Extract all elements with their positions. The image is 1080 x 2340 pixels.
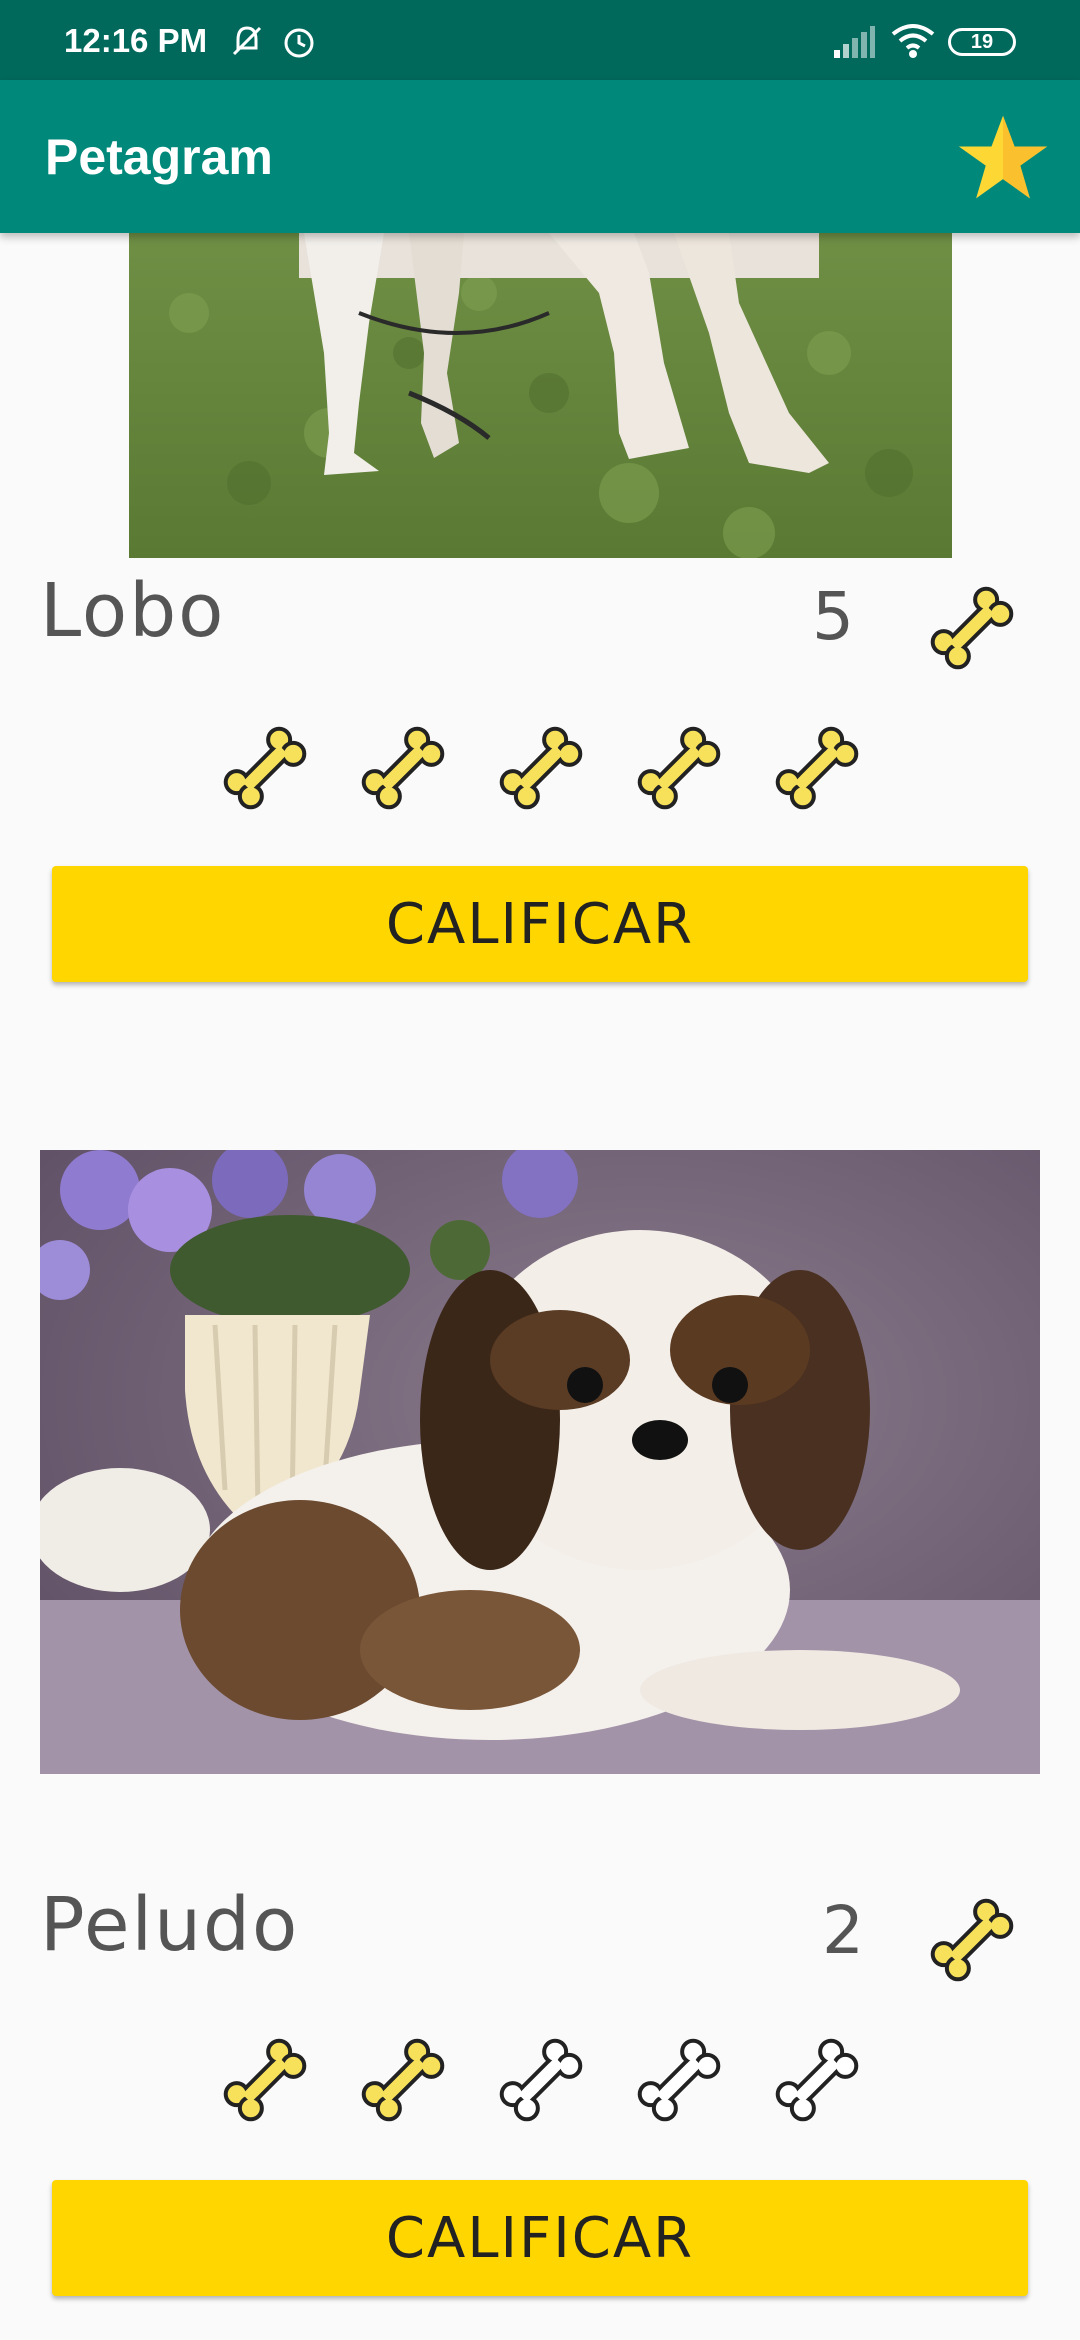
rating-count: 2 <box>822 1892 864 1969</box>
pet-name-label: Peludo <box>40 1882 300 1968</box>
battery-icon: 19 <box>948 28 1016 56</box>
app-title: Petagram <box>45 129 273 185</box>
alarm-icon <box>280 22 318 60</box>
pet-name-label: Lobo <box>40 568 226 654</box>
signal-icon <box>832 22 876 60</box>
bone-icon <box>922 1890 1022 1990</box>
bone-empty-icon[interactable] <box>629 2030 729 2130</box>
calificar-button[interactable]: CALIFICAR <box>52 2180 1028 2296</box>
notifications-off-icon <box>228 22 266 60</box>
bone-filled-icon[interactable] <box>491 718 591 818</box>
bone-empty-icon[interactable] <box>767 2030 867 2130</box>
bone-filled-icon[interactable] <box>215 718 315 818</box>
bone-icon <box>922 578 1022 678</box>
bone-filled-icon[interactable] <box>629 718 729 818</box>
pet-photo-lobo <box>129 233 952 558</box>
pet-list[interactable]: Lobo 5 CALIFICAR Peludo 2 CALIFICAR <box>0 0 1080 2340</box>
calificar-button[interactable]: CALIFICAR <box>52 866 1028 982</box>
pet-photo-peludo <box>40 1150 1040 1774</box>
bone-filled-icon[interactable] <box>353 718 453 818</box>
star-icon[interactable] <box>955 110 1051 206</box>
bone-filled-icon[interactable] <box>767 718 867 818</box>
bone-filled-icon[interactable] <box>353 2030 453 2130</box>
bone-empty-icon[interactable] <box>491 2030 591 2130</box>
battery-level: 19 <box>970 31 994 53</box>
status-time: 12:16 PM <box>64 22 208 59</box>
bone-filled-icon[interactable] <box>215 2030 315 2130</box>
status-bar: 12:16 PM 19 <box>0 0 1080 80</box>
rating-count: 5 <box>812 578 854 655</box>
wifi-icon <box>890 22 936 60</box>
app-bar: Petagram <box>0 80 1080 233</box>
